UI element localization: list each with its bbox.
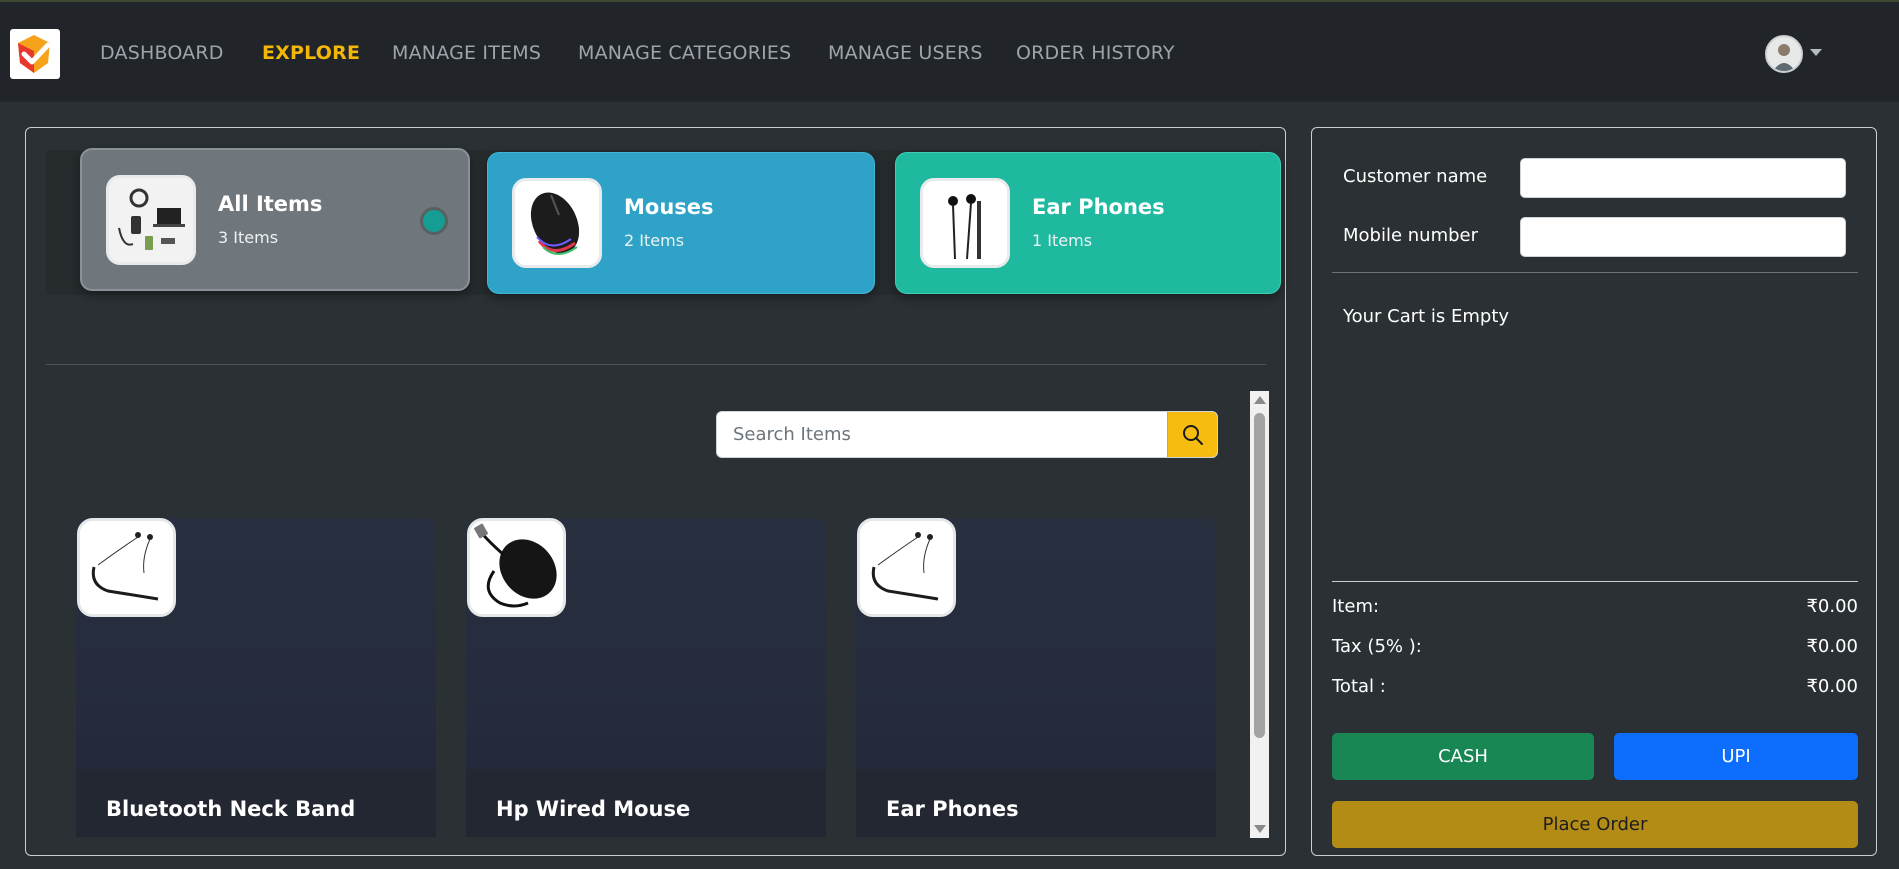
search-box [716,411,1218,458]
scroll-up-icon[interactable] [1254,396,1266,404]
app-logo[interactable] [10,29,60,79]
summary-total-row: Total : ₹0.00 [1332,676,1858,700]
search-icon [1182,424,1203,445]
category-thumb [106,175,196,265]
category-count: 1 Items [1032,231,1093,250]
chevron-down-icon[interactable] [1810,49,1822,56]
scroll-down-icon[interactable] [1254,825,1266,833]
summary-item-label: Item: [1332,596,1380,617]
item-thumb [857,518,956,617]
search-button[interactable] [1167,412,1217,457]
item-card-bluetooth-neck-band[interactable]: Bluetooth Neck Band [76,518,436,837]
nav-explore[interactable]: EXPLORE [262,42,360,64]
item-name: Ear Phones [886,797,1019,821]
selected-indicator [420,207,448,235]
item-card-ear-phones[interactable]: Ear Phones [856,518,1216,837]
category-name: Mouses [624,195,714,219]
nav-manage-users[interactable]: MANAGE USERS [828,42,983,64]
customer-divider [1332,272,1858,273]
item-footer: Hp Wired Mouse [466,769,826,837]
gaming-mouse-icon [515,181,599,265]
category-card-mouses[interactable]: Mouses 2 Items [487,152,875,294]
customer-name-input[interactable] [1520,158,1846,198]
items-scrollbar[interactable] [1250,391,1269,838]
category-strip: All Items 3 Items Mouses 2 Items Ear Pho… [46,148,1281,295]
search-input[interactable] [717,412,1167,457]
item-thumb [77,518,176,617]
nav-manage-categories[interactable]: MANAGE CATEGORIES [578,42,791,64]
cart-panel: Customer name Mobile number Your Cart is… [1311,127,1877,856]
section-divider [46,364,1266,365]
item-thumb [467,518,566,617]
scroll-thumb[interactable] [1254,413,1265,738]
mobile-number-input[interactable] [1520,217,1846,257]
category-count: 3 Items [218,228,279,247]
top-navbar: DASHBOARD EXPLORE MANAGE ITEMS MANAGE CA… [0,0,1899,102]
upi-button[interactable]: UPI [1614,733,1858,780]
category-thumb [920,178,1010,268]
summary-tax-value: ₹0.00 [1806,636,1858,657]
summary-item-row: Item: ₹0.00 [1332,596,1858,620]
cash-button[interactable]: CASH [1332,733,1594,780]
summary-item-value: ₹0.00 [1806,596,1858,617]
category-name: All Items [218,192,323,216]
earphones-icon [923,181,1007,265]
item-name: Hp Wired Mouse [496,797,691,821]
user-avatar-icon [1767,37,1801,71]
summary-tax-row: Tax (5% ): ₹0.00 [1332,636,1858,660]
category-count: 2 Items [624,231,685,250]
electronics-bundle-icon [109,178,193,262]
summary-total-label: Total : [1332,676,1386,697]
category-card-ear-phones[interactable]: Ear Phones 1 Items [895,152,1281,294]
nav-order-history[interactable]: ORDER HISTORY [1016,42,1175,64]
category-name: Ear Phones [1032,195,1165,219]
neckband-icon [860,521,953,614]
summary-tax-label: Tax (5% ): [1332,636,1422,657]
cart-empty-message: Your Cart is Empty [1343,306,1510,327]
neckband-icon [80,521,173,614]
item-footer: Bluetooth Neck Band [76,769,436,837]
item-card-hp-wired-mouse[interactable]: Hp Wired Mouse [466,518,826,837]
item-name: Bluetooth Neck Band [106,797,356,821]
customer-name-label: Customer name [1343,166,1488,187]
category-card-all-items[interactable]: All Items 3 Items [80,148,470,291]
category-thumb [512,178,602,268]
place-order-button[interactable]: Place Order [1332,801,1858,848]
mobile-number-label: Mobile number [1343,225,1479,246]
nav-manage-items[interactable]: MANAGE ITEMS [392,42,541,64]
summary-total-value: ₹0.00 [1806,676,1858,697]
explore-panel: All Items 3 Items Mouses 2 Items Ear Pho… [25,127,1286,856]
wired-mouse-icon [470,521,563,614]
user-avatar[interactable] [1765,35,1803,73]
item-footer: Ear Phones [856,769,1216,837]
nav-dashboard[interactable]: DASHBOARD [100,42,224,64]
cart-divider [1332,581,1858,582]
logo-icon [18,35,51,73]
